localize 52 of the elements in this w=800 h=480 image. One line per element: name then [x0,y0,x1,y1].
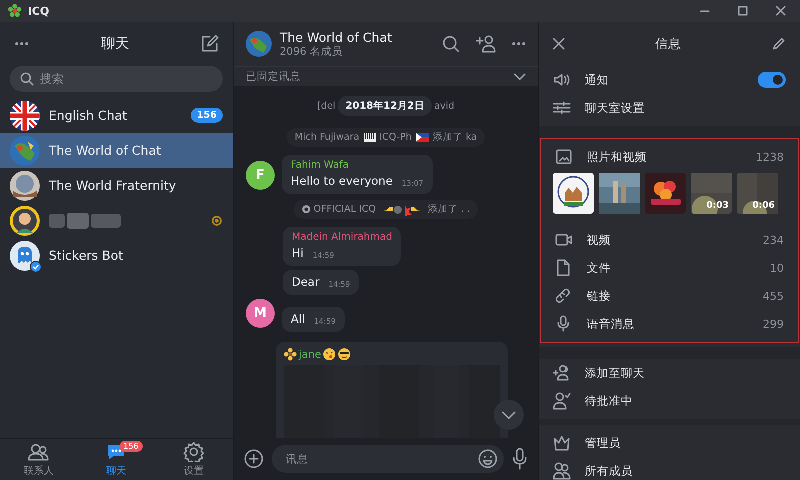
member-row[interactable]: 所有成员 [539,457,800,480]
service-text: ICQ-Ph [380,132,412,143]
tab[interactable]: 聊天 156 [78,439,156,480]
media-type-row[interactable]: 视频 234 [541,226,798,254]
action-row[interactable]: 添加至聊天 [539,359,800,387]
chat-row[interactable]: Stickers Bot [0,238,233,273]
panel-title: 聊天 [100,35,130,53]
avatar: F [246,161,275,190]
message-field[interactable]: 讯息 [272,445,504,473]
unread-count: 156 [191,108,223,123]
chat-row[interactable]: The World of Chat [0,133,233,168]
service-text: 添加了 . . [428,203,470,216]
media-type-row[interactable]: 文件 10 [541,254,798,282]
media-count: 1238 [756,150,784,164]
window-title: ICQ [28,4,50,18]
sender-name: jane [299,348,322,360]
tab[interactable]: 联系人 [0,439,78,480]
member-count: 2096 名成员 [280,44,344,58]
badge-count: 156 [120,441,143,452]
message-text: Hello to everyone [291,174,393,188]
media-label: 照片和视频 [587,150,648,164]
message-text: Dear [292,275,320,289]
service-text: avid [434,100,455,112]
member-row[interactable]: 管理员 [539,429,800,457]
chat-title: The World of Chat [280,30,394,44]
panel-title: 信息 [654,36,682,52]
service-text: Mich Fujiwara [294,132,360,143]
settings-row[interactable]: 聊天室设置 [539,94,800,122]
pinned-label: 已固定讯息 [246,70,301,84]
pinned-bar[interactable]: 已固定讯息 [234,66,538,86]
date-label: 2018年12月2日 [338,96,432,116]
avatar: M [246,299,275,328]
tab[interactable]: 设置 [155,439,233,480]
service-text: OFFICIAL ICQ [314,204,376,215]
action-row[interactable]: 待批准中 [539,387,800,415]
sender-name: Fahim Wafa [291,160,350,171]
sender-name: Madein Almirahmad [292,232,392,243]
chat-name: The World Fraternity [49,178,178,193]
video-duration: 0:03 [706,201,729,211]
chat-name: The World of Chat [49,143,162,158]
search-field[interactable]: 搜索 [10,66,223,92]
media-type-row[interactable]: 语音消息 299 [541,310,798,338]
service-text: [del [317,100,336,112]
message-text: All [291,312,306,326]
chat-row[interactable]: The World Fraternity [0,168,233,203]
service-text: 添加了 ka [432,131,478,144]
media-type-row[interactable]: 链接 455 [541,282,798,310]
video-duration: 0:06 [752,201,775,211]
chat-name: English Chat [49,108,128,123]
notifications-label: 通知 [585,72,610,88]
message-text: Hi [292,246,304,260]
chat-name: Stickers Bot [49,248,124,263]
